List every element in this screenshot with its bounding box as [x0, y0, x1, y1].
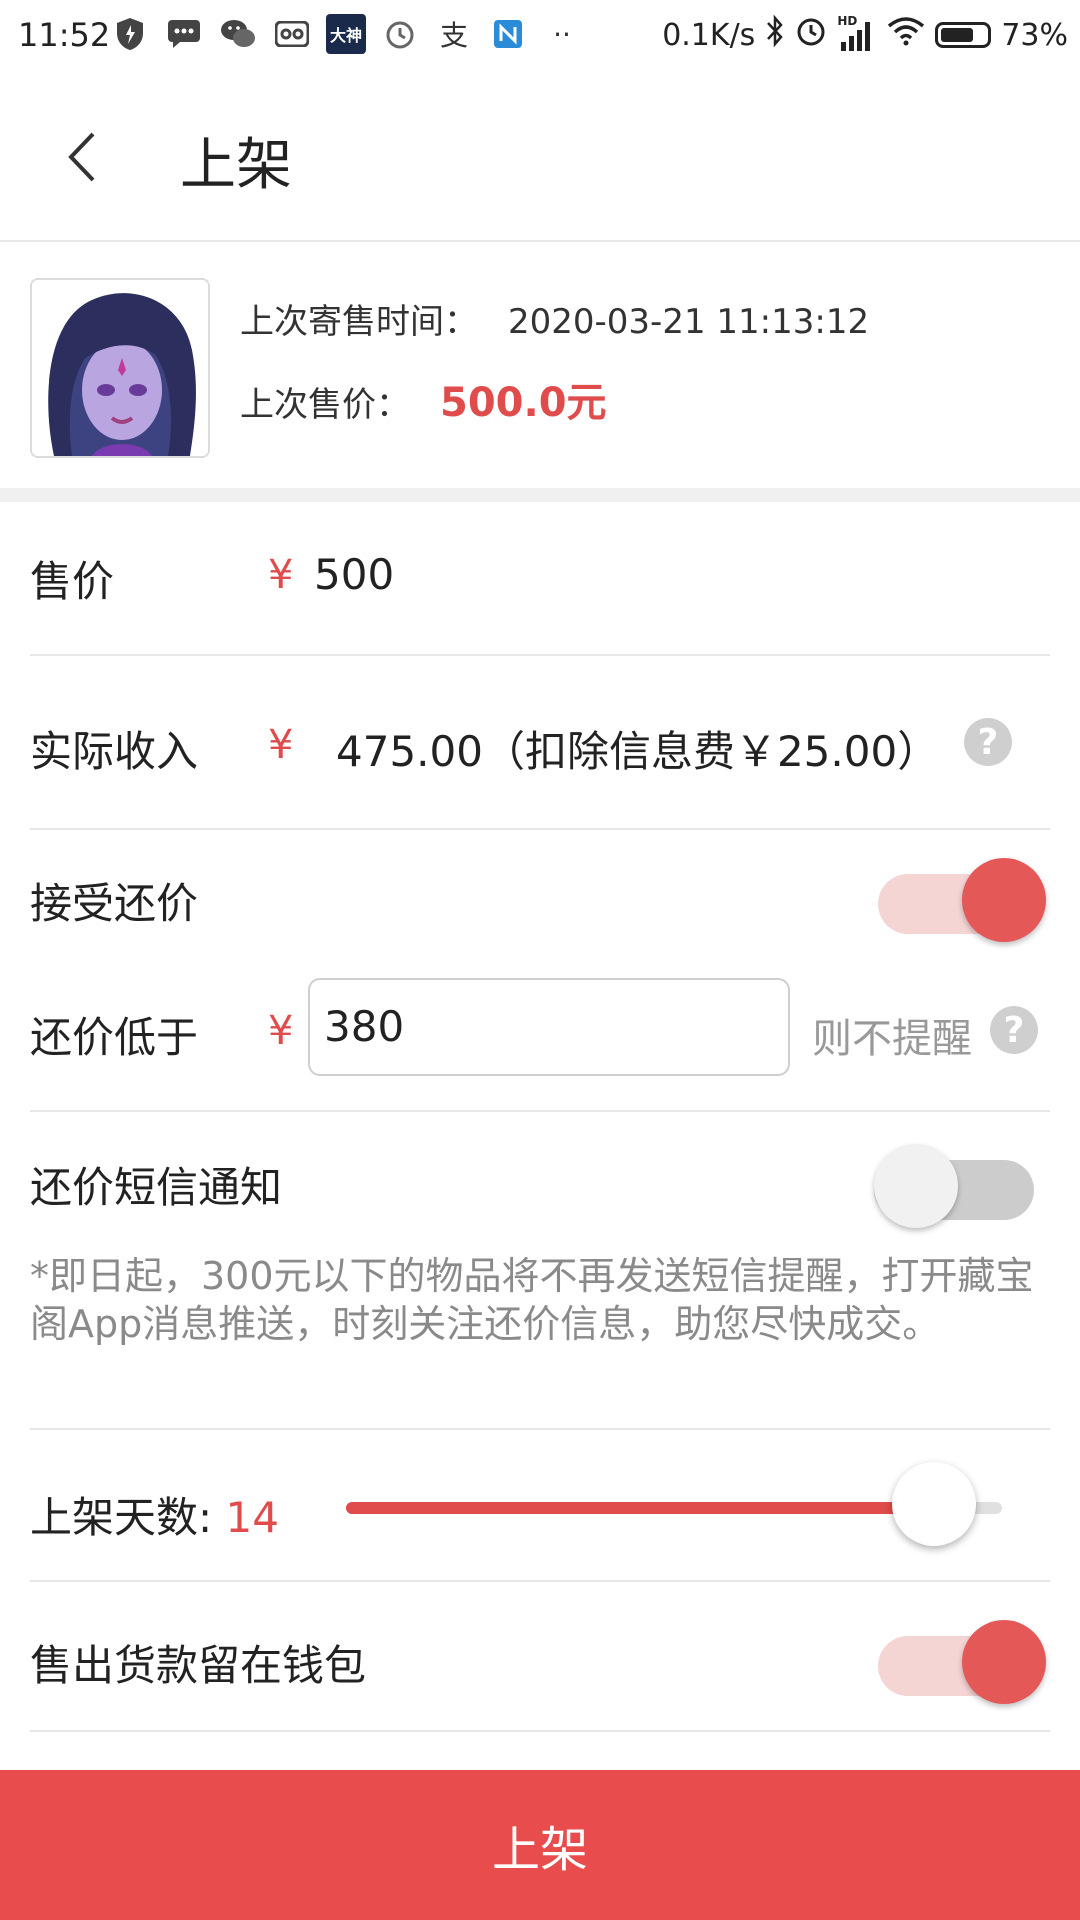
app-bar: 上架 — [0, 72, 1080, 242]
price-currency: ¥ — [268, 552, 294, 598]
price-label: 售价 — [30, 557, 115, 606]
n-app-icon — [488, 14, 528, 54]
last-price-value: 500.0元 — [440, 380, 607, 426]
voicemail-icon — [272, 14, 312, 54]
wechat-icon — [218, 14, 258, 54]
divider — [30, 1110, 1050, 1112]
back-chevron-icon[interactable] — [60, 122, 104, 192]
bargain-floor-suffix: 则不提醒 — [812, 1016, 972, 1062]
network-speed: 0.1K/s — [662, 17, 756, 53]
dashen-app-icon: 大神 — [326, 14, 366, 54]
divider — [30, 828, 1050, 830]
bargain-floor-help-icon[interactable]: ? — [990, 1006, 1038, 1054]
system-status: 0.1K/s HD 73% — [662, 14, 1068, 56]
last-sale-time-value: 2020-03-21 11:13:12 — [508, 302, 870, 342]
income-currency: ¥ — [268, 722, 294, 768]
notification-icons: 大神 支 ·· — [110, 14, 582, 54]
listing-days-slider[interactable] — [346, 1462, 1002, 1552]
income-label: 实际收入 — [30, 727, 199, 776]
keep-in-wallet-label: 售出货款留在钱包 — [30, 1641, 367, 1690]
last-sale-time-label: 上次寄售时间： — [240, 302, 478, 342]
status-bar: 11:52 大神 支 ·· 0.1K/s HD 73% — [0, 0, 1080, 72]
bargain-floor-input[interactable]: 380 — [308, 978, 790, 1076]
accept-bargain-label: 接受还价 — [30, 879, 199, 928]
battery-icon — [935, 22, 992, 48]
signal-icon: HD — [837, 14, 877, 52]
status-time: 11:52 — [18, 16, 111, 54]
submit-listing-button[interactable]: 上架 — [0, 1770, 1080, 1920]
bluetooth-icon — [765, 14, 785, 56]
page-title: 上架 — [180, 133, 292, 198]
bargain-floor-label: 还价低于 — [30, 1013, 199, 1062]
listing-days-value: 14 — [225, 1493, 279, 1542]
last-price-row: 上次售价： 500.0元 — [240, 370, 607, 428]
battery-level — [941, 28, 974, 42]
alipay-icon: 支 — [439, 19, 468, 52]
last-sale-time-row: 上次寄售时间： 2020-03-21 11:13:12 — [240, 294, 869, 343]
income-help-icon[interactable]: ? — [964, 718, 1012, 766]
section-divider — [0, 488, 1080, 502]
more-dots-icon: ·· — [553, 17, 571, 51]
toggle-knob — [962, 1620, 1046, 1704]
battery-percent: 73% — [1001, 17, 1068, 53]
alarm-icon — [380, 14, 420, 54]
bargain-floor-currency: ¥ — [268, 1008, 294, 1054]
divider — [30, 1580, 1050, 1582]
toggle-knob — [874, 1144, 958, 1228]
message-icon — [164, 14, 204, 54]
alarm-clock-icon — [795, 15, 827, 55]
divider — [30, 1730, 1050, 1732]
sms-notify-label: 还价短信通知 — [30, 1163, 283, 1212]
income-value: 475.00（扣除信息费￥25.00） — [336, 727, 940, 776]
item-avatar — [30, 278, 210, 458]
price-input[interactable]: 500 — [314, 550, 394, 599]
wifi-icon — [887, 16, 925, 54]
keep-in-wallet-toggle[interactable] — [878, 1614, 1046, 1704]
listing-days-row: 上架天数: 14 — [30, 1484, 279, 1545]
sms-notice-text: *即日起，300元以下的物品将不再发送短信提醒，打开藏宝阁App消息推送，时刻关… — [30, 1254, 1034, 1346]
last-price-label: 上次售价： — [240, 385, 410, 425]
listing-days-label: 上架天数: — [30, 1493, 213, 1542]
slider-fill — [346, 1502, 936, 1514]
divider — [30, 654, 1050, 656]
accept-bargain-toggle[interactable] — [878, 852, 1046, 942]
sms-notify-toggle[interactable] — [874, 1138, 1042, 1228]
shield-icon — [110, 14, 150, 54]
item-card: 上次寄售时间： 2020-03-21 11:13:12 上次售价： 500.0元 — [0, 242, 1080, 488]
toggle-knob — [962, 858, 1046, 942]
slider-thumb[interactable] — [891, 1462, 976, 1546]
divider — [30, 1428, 1050, 1430]
